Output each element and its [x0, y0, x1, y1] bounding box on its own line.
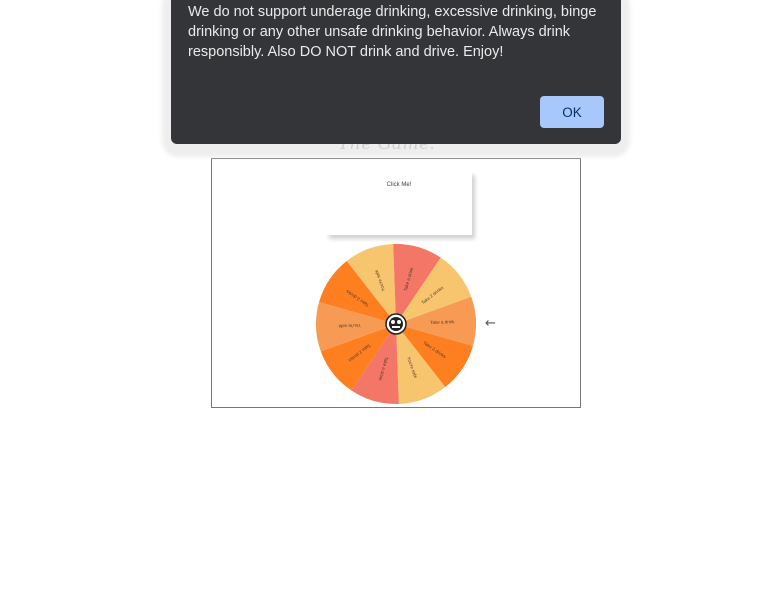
spin-wheel[interactable]: Take a drinkTake 2 drinksYou're safeTake…	[212, 159, 580, 407]
wheel-center-icon	[385, 313, 407, 335]
page: The Game: Click Me! Take a drinkTake 2 d…	[0, 0, 774, 596]
wheel-pointer-arrow-icon: ←	[485, 316, 496, 331]
ok-button[interactable]: OK	[540, 96, 604, 128]
alert-dialog: We do not support underage drinking, exc…	[171, 0, 621, 144]
wheel-segment-label: Take a drink	[430, 319, 455, 325]
wheel-segment-label: You're safe	[338, 323, 361, 329]
dialog-message: We do not support underage drinking, exc…	[188, 4, 597, 60]
game-frame: Click Me! Take a drink Take 2 drinks You'r…	[211, 158, 581, 408]
